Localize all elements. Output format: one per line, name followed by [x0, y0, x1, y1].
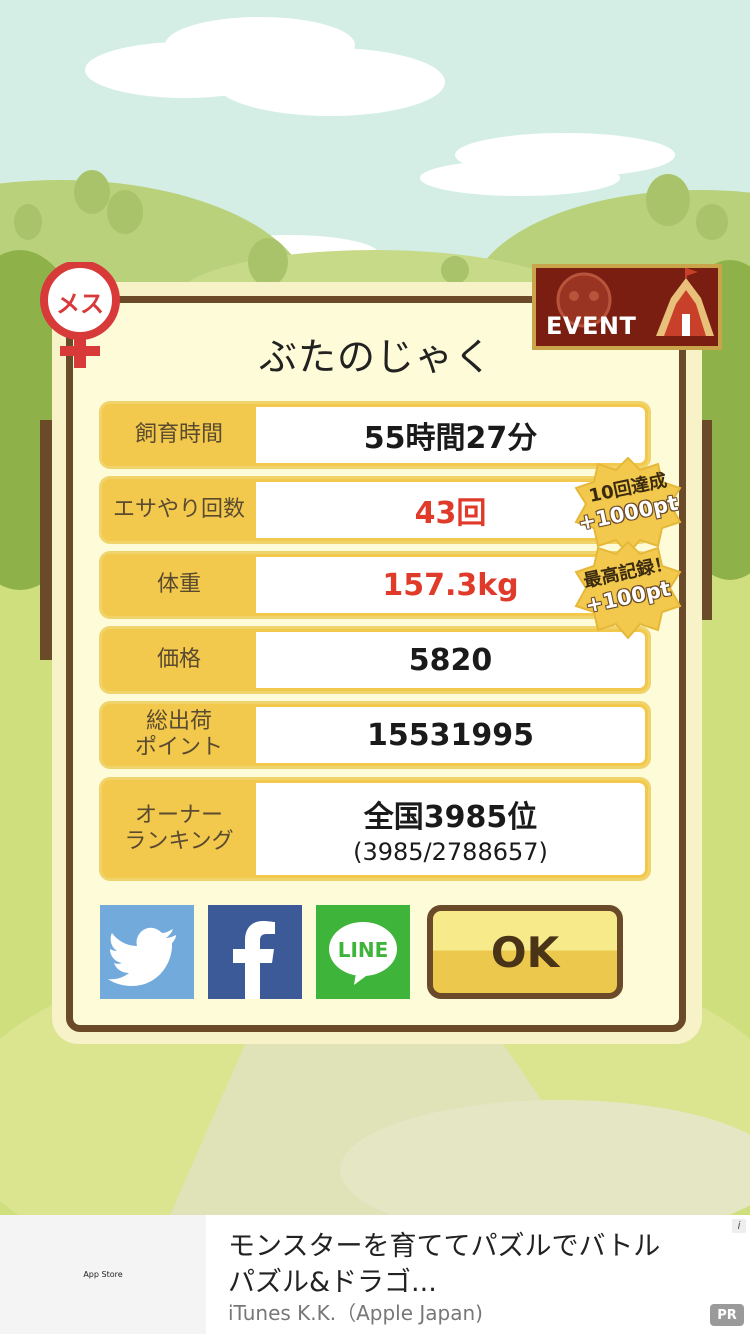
stat-label: 価格 [156, 647, 201, 672]
stat-value: 15531995 [256, 707, 645, 763]
stat-value: 5820 [256, 632, 645, 688]
twitter-share-button[interactable] [100, 905, 194, 999]
stat-label: 総出荷 ポイント [134, 709, 223, 760]
bonus-badge-weight: 最高記録！ +100pt [572, 540, 684, 640]
facebook-f-icon [233, 921, 275, 999]
event-button-label: EVENT [546, 312, 637, 340]
ad-info-icon[interactable]: i [732, 1219, 746, 1233]
ad-thumbnail[interactable]: App Store [0, 1215, 206, 1334]
ok-button[interactable]: OK [427, 905, 623, 999]
line-label: LINE [337, 938, 389, 962]
stat-row-weight: 体重 157.3kg [102, 554, 648, 616]
ad-banner[interactable]: App Store モンスターを育ててパズルでバトル パズル&ドラゴ... iT… [0, 1215, 750, 1334]
stat-row-price: 価格 5820 [102, 629, 648, 691]
ad-pr-badge: PR [710, 1304, 744, 1326]
stat-label: 飼育時間 [134, 422, 223, 447]
ad-advertiser: iTunes K.K.（Apple Japan) [228, 1301, 483, 1325]
gender-label: メス [56, 290, 104, 318]
ranking-sub: (3985/2788657) [353, 838, 548, 866]
line-share-button[interactable]: LINE [316, 905, 410, 999]
stat-row-feeding-count: エサやり回数 43回 [102, 479, 648, 541]
ranking-main: 全国3985位 [363, 800, 538, 835]
twitter-bird-icon [108, 927, 176, 986]
facebook-share-button[interactable] [208, 905, 302, 999]
stat-value: 55時間27分 [256, 407, 645, 463]
stat-row-breeding-time: 飼育時間 55時間27分 [102, 404, 648, 466]
ad-headline[interactable]: モンスターを育ててパズルでバトル パズル&ドラゴ... [228, 1229, 688, 1301]
stat-label: オーナー ランキング [124, 803, 234, 854]
stat-row-owner-ranking: オーナー ランキング 全国3985位 (3985/2788657) [102, 780, 648, 878]
stat-row-shipping-points: 総出荷 ポイント 15531995 [102, 704, 648, 766]
app-store-label: App Store [83, 1270, 123, 1279]
stat-value: 全国3985位 (3985/2788657) [256, 783, 645, 875]
stat-label: 体重 [156, 572, 201, 597]
event-button[interactable]: EVENT [532, 264, 722, 350]
stat-label: エサやり回数 [112, 497, 245, 522]
